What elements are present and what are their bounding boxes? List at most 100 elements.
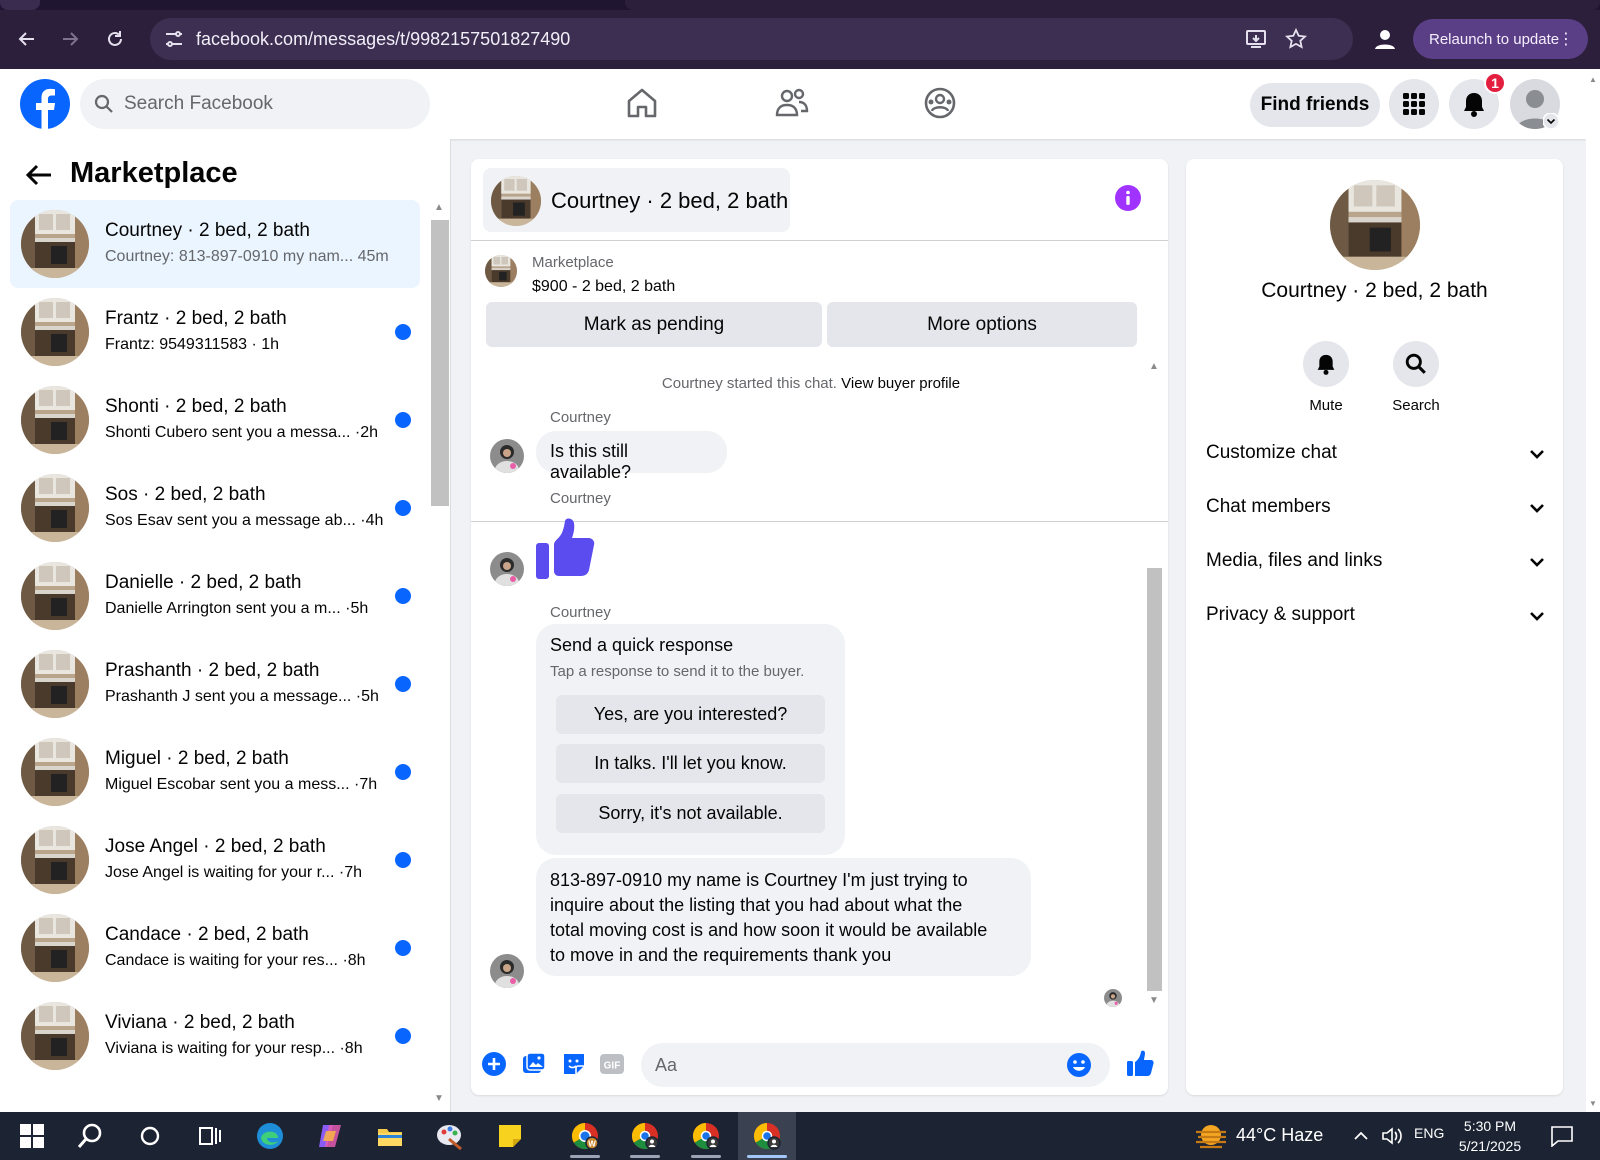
thread-scrollbar[interactable]: ▲ ▼ [1146, 359, 1162, 1009]
browser-profile-icon[interactable] [1371, 25, 1399, 53]
facebook-logo-icon[interactable] [20, 79, 70, 129]
input-language[interactable]: ENG [1414, 1125, 1444, 1141]
details-avatar[interactable] [1330, 180, 1420, 270]
address-bar[interactable]: facebook.com/messages/t/9982157501827490 [150, 18, 1353, 60]
privacy-support-section[interactable]: Privacy & support [1206, 595, 1546, 635]
find-friends-button[interactable]: Find friends [1250, 83, 1380, 127]
weather-widget[interactable]: 44°C Haze [1194, 1122, 1324, 1150]
conversation-item[interactable]: Candace · 2 bed, 2 bath Candace is waitin… [10, 904, 420, 992]
conversation-item[interactable]: Prashanth · 2 bed, 2 bath Prashanth J sen… [10, 640, 420, 728]
windows-start-icon[interactable] [17, 1121, 47, 1151]
gif-icon[interactable]: GIF [599, 1051, 625, 1077]
home-icon[interactable] [622, 83, 662, 123]
account-chevron-icon[interactable] [1543, 113, 1559, 129]
site-settings-icon[interactable] [164, 30, 184, 48]
unread-dot [395, 764, 411, 780]
message-input[interactable] [655, 1043, 1055, 1087]
sender-avatar[interactable] [490, 439, 524, 473]
quick-response-option[interactable]: Yes, are you interested? [556, 695, 825, 734]
sender-avatar[interactable] [490, 954, 524, 988]
listing-price[interactable]: $900 - 2 bed, 2 bath [532, 278, 675, 296]
sender-avatar[interactable] [490, 552, 524, 586]
chrome-window-button[interactable] [616, 1112, 674, 1160]
speaker-icon[interactable] [1380, 1125, 1404, 1147]
install-app-icon[interactable] [1245, 28, 1267, 50]
message-line: 813-897-0910 my name is Courtney I'm jus… [550, 870, 968, 890]
back-arrow-icon[interactable] [24, 161, 54, 189]
chat-header[interactable]: Courtney · 2 bed, 2 bath [483, 168, 790, 232]
copilot-icon[interactable] [315, 1121, 345, 1151]
sticky-notes-icon[interactable] [495, 1121, 525, 1151]
task-view-icon[interactable] [195, 1121, 225, 1151]
chrome-window-button[interactable]: W [556, 1112, 614, 1160]
conversation-item[interactable]: Miguel · 2 bed, 2 bath Miguel Escobar sen… [10, 728, 420, 816]
message-bubble[interactable]: 813-897-0910 my name is Courtney I'm jus… [536, 858, 1031, 976]
sticker-icon[interactable] [561, 1051, 587, 1077]
groups-icon[interactable] [920, 83, 960, 123]
search-icon [1405, 353, 1426, 374]
chrome-icon: W [571, 1122, 599, 1150]
customize-chat-section[interactable]: Customize chat [1206, 433, 1546, 473]
cortana-icon[interactable] [135, 1121, 165, 1151]
marketplace-inbox: Marketplace Courtney · 2 bed, 2 bath Cour… [0, 139, 451, 1112]
chevron-down-icon [1530, 450, 1544, 459]
quick-response-option[interactable]: Sorry, it's not available. [556, 794, 825, 833]
file-explorer-icon[interactable] [375, 1121, 405, 1151]
chrome-window-button[interactable] [677, 1112, 735, 1160]
notification-center-icon[interactable] [1550, 1125, 1574, 1147]
info-icon[interactable] [1115, 185, 1141, 211]
search-action[interactable]: Search [1381, 341, 1451, 414]
clock-date: 5/21/2025 [1458, 1138, 1522, 1154]
reload-button[interactable] [100, 24, 130, 54]
chevron-up-icon[interactable] [1352, 1128, 1370, 1144]
quick-response-option[interactable]: In talks. I'll let you know. [556, 744, 825, 783]
view-buyer-profile-link[interactable]: View buyer profile [841, 375, 960, 392]
menu-button[interactable] [1389, 79, 1439, 129]
chrome-window-button-active[interactable] [738, 1112, 796, 1160]
conversation-item[interactable]: Sos · 2 bed, 2 bath Sos Esav sent you a m… [10, 464, 420, 552]
conversation-item[interactable]: Viviana · 2 bed, 2 bath Viviana is waitin… [10, 992, 420, 1080]
relaunch-label: Relaunch to update [1429, 30, 1560, 48]
message-input-box[interactable] [641, 1043, 1110, 1087]
scrollbar-thumb[interactable] [431, 220, 449, 506]
conversation-item[interactable]: Danielle · 2 bed, 2 bath Danielle Arringt… [10, 552, 420, 640]
message-bubble[interactable]: Is this still available? [536, 431, 727, 482]
conversation-item[interactable]: Jose Angel · 2 bed, 2 bath Jose Angel is … [10, 816, 420, 904]
url-text[interactable]: facebook.com/messages/t/9982157501827490 [196, 29, 570, 50]
tab[interactable] [0, 0, 40, 10]
conversation-thumbnail [21, 386, 89, 454]
mute-action[interactable]: Mute [1291, 341, 1361, 414]
emoji-icon[interactable] [1066, 1052, 1092, 1078]
edge-browser-icon[interactable] [255, 1121, 285, 1151]
facebook-search[interactable]: Search Facebook [80, 79, 430, 129]
conversation-preview: Frantz: 9549311583 · 1h [105, 336, 280, 353]
media-files-links-section[interactable]: Media, files and links [1206, 541, 1546, 581]
paint-app-icon[interactable] [435, 1121, 465, 1151]
scrollbar-thumb[interactable] [1147, 568, 1162, 991]
taskbar-search-icon[interactable] [75, 1121, 105, 1151]
page-scrollbar[interactable]: ▲ ▼ [1586, 69, 1600, 1112]
thumbs-up-icon[interactable] [535, 515, 597, 581]
forward-button[interactable] [55, 24, 85, 54]
system-clock[interactable]: 5:30 PM 5/21/2025 [1450, 1116, 1530, 1156]
mark-as-pending-button[interactable]: Mark as pending [486, 302, 822, 347]
listing-thumbnail[interactable] [485, 255, 517, 287]
bookmark-star-icon[interactable] [1285, 28, 1307, 50]
relaunch-button[interactable]: Relaunch to update ⋮ [1413, 19, 1588, 59]
like-icon[interactable] [1126, 1049, 1154, 1077]
chat-members-section[interactable]: Chat members [1206, 487, 1546, 527]
back-button[interactable] [12, 24, 42, 54]
conversation-thumbnail [21, 826, 89, 894]
svg-text:GIF: GIF [604, 1061, 621, 1072]
conversation-item[interactable]: Courtney · 2 bed, 2 bath Courtney: 813-89… [10, 200, 420, 288]
photo-icon[interactable] [521, 1051, 547, 1077]
tab[interactable] [625, 0, 1600, 10]
conversation-item[interactable]: Frantz · 2 bed, 2 bath Frantz: 9549311583… [10, 288, 420, 376]
plus-circle-icon[interactable] [481, 1051, 507, 1077]
friends-icon[interactable] [772, 83, 812, 123]
conversation-scrollbar[interactable]: ▲ ▼ [431, 200, 449, 1105]
browser-menu-icon[interactable]: ⋮ [1558, 29, 1574, 49]
more-options-button[interactable]: More options [827, 302, 1137, 347]
conversation-item[interactable]: Shonti · 2 bed, 2 bath Shonti Cubero sent… [10, 376, 420, 464]
conversation-thumbnail [21, 650, 89, 718]
